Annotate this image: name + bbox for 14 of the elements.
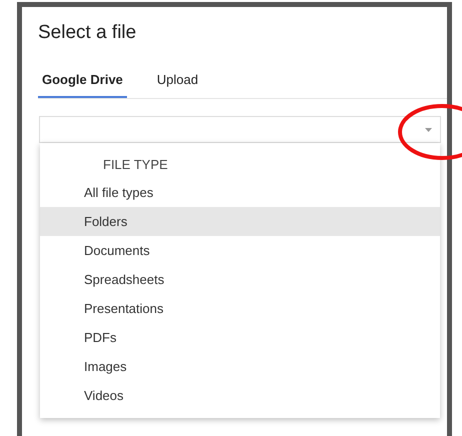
menu-item[interactable]: Spreadsheets	[40, 265, 440, 294]
menu-item[interactable]: Documents	[40, 236, 440, 265]
tab[interactable]: Upload	[152, 65, 202, 98]
tab[interactable]: Google Drive	[38, 65, 127, 98]
menu-item[interactable]: PDFs	[40, 323, 440, 352]
menu-item[interactable]: Folders	[40, 207, 440, 236]
menu-item[interactable]: Presentations	[40, 294, 440, 323]
file-type-dropdown[interactable]	[39, 116, 441, 143]
menu-item[interactable]: Videos	[40, 381, 440, 410]
menu-item[interactable]: All file types	[40, 178, 440, 207]
dialog-title: Select a file	[38, 21, 138, 45]
menu-item[interactable]: Images	[40, 352, 440, 381]
caret-icon	[425, 128, 432, 132]
menu-header: FILE TYPE	[103, 157, 169, 173]
